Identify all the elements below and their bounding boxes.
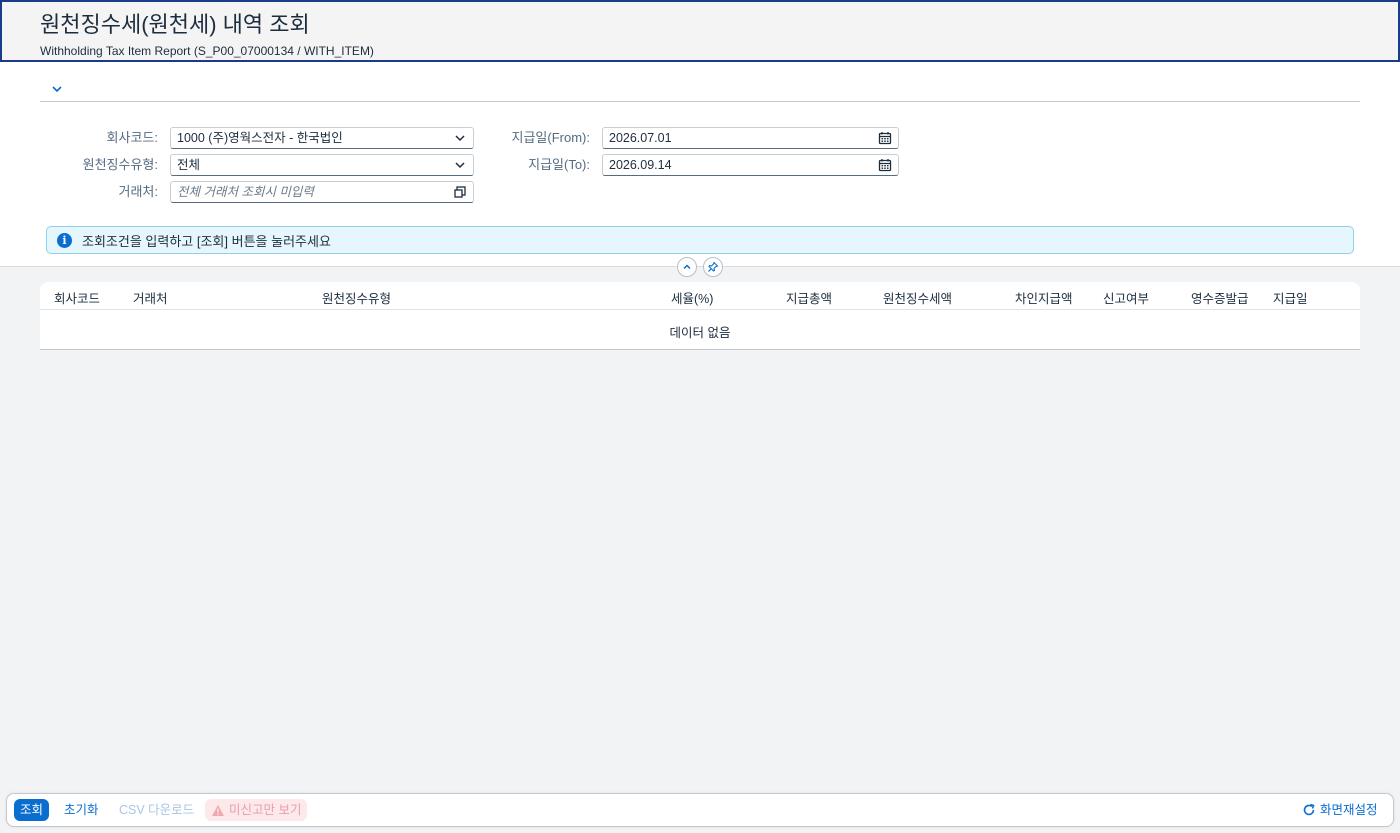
calendar-icon[interactable]	[878, 131, 892, 145]
page-header: 원천징수세(원천세) 내역 조회 Withholding Tax Item Re…	[0, 0, 1400, 62]
column-header[interactable]: 차인지급액	[1015, 288, 1073, 307]
vendor-placeholder: 전체 거래처 조회시 미입력	[177, 185, 314, 199]
column-header[interactable]: 거래처	[133, 288, 168, 307]
calendar-icon[interactable]	[878, 158, 892, 172]
unreported-only-label: 미신고만 보기	[229, 803, 302, 817]
warning-icon	[212, 804, 224, 816]
column-header[interactable]: 원천징수유형	[322, 288, 391, 307]
vendor-input[interactable]: 전체 거래처 조회시 미입력	[170, 181, 474, 203]
filter-bar: 회사코드: 1000 (주)영웍스전자 - 한국법인 원천징수유형: 전체 거래…	[0, 62, 1400, 267]
pay-date-from-label: 지급일(From):	[511, 130, 590, 145]
column-header[interactable]: 세율(%)	[671, 288, 713, 307]
pay-date-to-input[interactable]: 2026.09.14	[602, 154, 899, 176]
search-button[interactable]: 조회	[14, 799, 50, 821]
chevron-down-icon[interactable]	[453, 131, 467, 145]
reset-button[interactable]: 초기화	[58, 799, 105, 821]
page-title: 원천징수세(원천세) 내역 조회	[40, 12, 310, 37]
value-help-icon[interactable]	[453, 185, 467, 199]
table-header: 회사코드 거래처 원천징수유형 세율(%) 지급총액 원천징수세액 차인지급액 …	[40, 282, 1360, 310]
column-header[interactable]: 신고여부	[1103, 288, 1149, 307]
pay-date-to-label: 지급일(To):	[528, 157, 590, 172]
chevron-up-icon	[683, 264, 691, 270]
chevron-down-icon	[52, 86, 62, 93]
column-header[interactable]: 지급총액	[786, 288, 832, 307]
column-header[interactable]: 영수증발급	[1191, 288, 1249, 307]
screen-reset-label: 화면재설정	[1320, 803, 1378, 817]
pin-header-button[interactable]	[703, 257, 723, 277]
footer-toolbar: 조회 초기화 CSV 다운로드 미신고만 보기 화면재설정	[6, 793, 1394, 827]
filter-divider	[40, 101, 1360, 102]
withholding-type-value: 전체	[177, 158, 201, 172]
pay-date-to-value: 2026.09.14	[609, 158, 672, 172]
withholding-type-select[interactable]: 전체	[170, 154, 474, 176]
screen-reset-button[interactable]: 화면재설정	[1296, 799, 1384, 821]
page-subtitle: Withholding Tax Item Report (S_P00_07000…	[40, 44, 374, 58]
info-message-text: 조회조건을 입력하고 [조회] 버튼을 눌러주세요	[82, 233, 331, 249]
results-table: 회사코드 거래처 원천징수유형 세율(%) 지급총액 원천징수세액 차인지급액 …	[40, 282, 1360, 350]
company-code-select[interactable]: 1000 (주)영웍스전자 - 한국법인	[170, 127, 474, 149]
vendor-label: 거래처:	[118, 184, 159, 199]
info-icon: i	[57, 232, 72, 248]
refresh-icon	[1303, 803, 1315, 816]
filter-collapse-toggle[interactable]	[48, 80, 66, 98]
chevron-down-icon[interactable]	[453, 158, 467, 172]
company-code-value: 1000 (주)영웍스전자 - 한국법인	[177, 131, 343, 145]
pay-date-from-input[interactable]: 2026.07.01	[602, 127, 899, 149]
withholding-type-label: 원천징수유형:	[82, 157, 158, 172]
no-data-text: 데이터 없음	[669, 326, 731, 340]
column-header[interactable]: 지급일	[1273, 288, 1308, 307]
column-header[interactable]: 원천징수세액	[883, 288, 952, 307]
info-message-strip: i 조회조건을 입력하고 [조회] 버튼을 눌러주세요	[46, 226, 1354, 254]
pin-icon	[708, 261, 719, 272]
csv-download-button[interactable]: CSV 다운로드	[113, 799, 200, 821]
unreported-only-button[interactable]: 미신고만 보기	[205, 799, 308, 821]
pay-date-from-value: 2026.07.01	[609, 131, 672, 145]
collapse-header-button[interactable]	[677, 257, 697, 277]
company-code-label: 회사코드:	[106, 130, 158, 145]
column-header[interactable]: 회사코드	[54, 288, 100, 307]
